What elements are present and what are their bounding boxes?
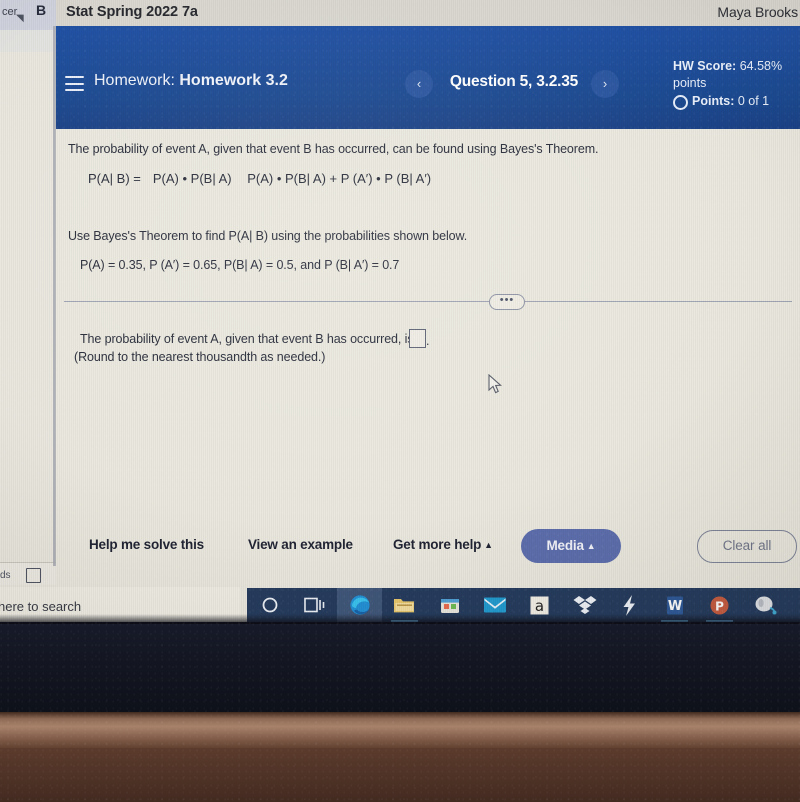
background-tab-label: cer [2, 6, 18, 18]
dialog-launcher-icon[interactable]: ◥ [16, 13, 24, 24]
svg-text:W: W [667, 599, 681, 614]
points-value: 0 of 1 [737, 94, 770, 108]
question-instruction: Use Bayes's Theorem to find P(A| B) usin… [68, 229, 468, 243]
screen-edge-shadow [0, 614, 800, 624]
svg-text:a: a [535, 597, 544, 615]
homework-name: Homework 3.2 [179, 72, 288, 89]
hw-score-label: HW Score: [673, 59, 737, 73]
bayes-formula: P(A| B) = P(A) • P(B| A) P(A) • P(B| A) … [88, 171, 435, 186]
answer-prompt: The probability of event A, given that e… [80, 332, 414, 346]
homework-title: Homework: Homework 3.2 [94, 72, 288, 90]
question-id: Question 5, 3.2.35 [449, 73, 579, 90]
caret-up-icon: ▲ [484, 540, 493, 551]
get-more-help-label: Get more help [393, 537, 482, 552]
laptop-hinge [0, 712, 800, 750]
formula-lhs: P(A| B) = [88, 171, 141, 186]
laptop-screen: cer B ◥ ds Text Predictions: On Stat Spr… [0, 0, 800, 622]
points-label: Points: [692, 94, 735, 108]
mouse-cursor [488, 374, 502, 394]
media-caret-up-icon: ▲ [586, 541, 596, 552]
help-me-solve-this-button[interactable]: Help me solve this [89, 537, 204, 552]
points-row: Points: 0 of 1 [673, 93, 800, 110]
formula-fraction: P(A) • P(B| A) P(A) • P(B| A) + P (A′) •… [145, 171, 435, 186]
formula-denominator: P(A) • P(B| A) + P (A′) • P (B| A′) [247, 171, 432, 186]
hw-score-line: HW Score: 64.58% [673, 58, 800, 75]
answer-period: . [426, 334, 430, 348]
question-intro: The probability of event A, given that e… [68, 142, 599, 156]
mathxl-window: Stat Spring 2022 7a Maya Brooks Homework… [56, 0, 800, 622]
page-break-icon[interactable] [26, 568, 41, 583]
clear-all-button[interactable]: Clear all [697, 530, 797, 563]
score-summary: HW Score: 64.58% points Points: 0 of 1 [673, 58, 800, 110]
previous-question-button[interactable]: ‹ [405, 70, 433, 98]
user-name[interactable]: Maya Brooks [717, 4, 798, 20]
answer-input[interactable] [409, 329, 426, 348]
homework-header: Homework: Homework 3.2 ‹ Question 5, 3.2… [56, 26, 800, 129]
laptop-bezel: hp [0, 622, 800, 712]
homework-prefix: Homework: [94, 72, 175, 89]
question-givens: P(A) = 0.35, P (A′) = 0.65, P(B| A) = 0.… [80, 258, 400, 272]
media-label: Media [546, 538, 584, 553]
formula-numerator: P(A) • P(B| A) [152, 171, 232, 186]
svg-text:P: P [715, 599, 724, 613]
action-bar: Help me solve this View an example Get m… [56, 519, 800, 579]
rounding-note: (Round to the nearest thousandth as need… [74, 350, 326, 364]
view-an-example-button[interactable]: View an example [248, 537, 353, 552]
background-ribbon-group [0, 30, 57, 53]
search-placeholder: here to search [0, 599, 82, 614]
media-button[interactable]: Media ▲ [521, 529, 621, 563]
points-word: points [673, 76, 707, 90]
question-content: The probability of event A, given that e… [56, 129, 800, 622]
background-document-area [0, 52, 56, 562]
hw-score-value: 64.58% [739, 59, 783, 73]
laptop-base [0, 748, 800, 802]
course-title: Stat Spring 2022 7a [66, 4, 198, 20]
hamburger-menu-icon[interactable] [65, 76, 84, 91]
expand-dots-button[interactable]: ••• [489, 294, 525, 310]
points-circle-icon [673, 95, 688, 110]
get-more-help-button[interactable]: Get more help ▲ [393, 537, 493, 552]
next-question-button[interactable]: › [591, 70, 619, 98]
section-divider [64, 301, 792, 302]
background-status-label: ds [0, 570, 11, 581]
photo-of-laptop-screen: cer B ◥ ds Text Predictions: On Stat Spr… [0, 0, 800, 802]
bold-button[interactable]: B [36, 2, 46, 18]
